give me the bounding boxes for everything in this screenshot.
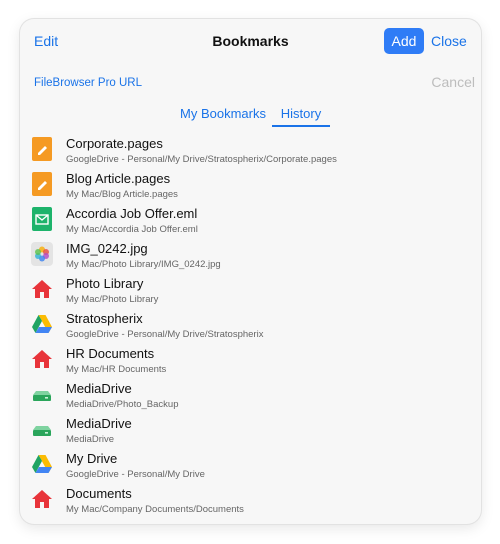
bookmarks-sheet: Edit Bookmarks Add Close FileBrowser Pro… <box>20 19 481 524</box>
item-path: My Mac/Photo Library/IMG_0242.jpg <box>66 259 221 270</box>
item-name: Documents <box>66 486 132 501</box>
house-icon <box>30 486 54 512</box>
item-path: GoogleDrive - Personal/My Drive/Stratosp… <box>66 154 337 165</box>
segmented-tabs: My Bookmarks History <box>20 103 481 129</box>
list-item[interactable]: MediaDrive MediaDrive/Photo_Backup <box>20 380 481 415</box>
list-item[interactable]: Corporate.pages GoogleDrive - Personal/M… <box>20 135 481 170</box>
item-name: MediaDrive <box>66 416 132 431</box>
list-item[interactable]: MediaDrive MediaDrive <box>20 415 481 450</box>
google-drive-icon <box>30 451 54 477</box>
list-item[interactable]: Blog Article.pages My Mac/Blog Article.p… <box>20 170 481 205</box>
list-item[interactable]: Accordia Job Offer.eml My Mac/Accordia J… <box>20 205 481 240</box>
item-path: My Mac/Company Documents/Documents <box>66 504 244 515</box>
url-field-label[interactable]: FileBrowser Pro URL <box>34 77 142 89</box>
pages-icon <box>30 171 54 197</box>
navigation-bar: Edit Bookmarks Add Close <box>20 19 481 63</box>
house-icon <box>30 346 54 372</box>
list-item[interactable]: Photo Library My Mac/Photo Library <box>20 275 481 310</box>
photos-icon <box>30 241 54 267</box>
list-item[interactable]: HR Documents My Mac/HR Documents <box>20 345 481 380</box>
item-path: MediaDrive/Photo_Backup <box>66 399 179 410</box>
house-icon <box>30 276 54 302</box>
item-name: HR Documents <box>66 346 155 361</box>
tab-history[interactable]: History <box>272 106 330 127</box>
list-item[interactable]: IMG_0242.jpg My Mac/Photo Library/IMG_02… <box>20 240 481 275</box>
list-item[interactable]: Stratospherix GoogleDrive - Personal/My … <box>20 310 481 345</box>
list-item[interactable]: My Drive GoogleDrive - Personal/My Drive <box>20 450 481 485</box>
item-path: MediaDrive <box>66 434 115 445</box>
item-path: My Mac/Accordia Job Offer.eml <box>66 224 198 235</box>
tab-my-bookmarks[interactable]: My Bookmarks <box>176 106 270 121</box>
item-name: Stratospherix <box>66 311 143 326</box>
item-path: GoogleDrive - Personal/My Drive/Stratosp… <box>66 329 264 340</box>
close-button[interactable]: Close <box>431 33 467 49</box>
item-name: Corporate.pages <box>66 136 163 151</box>
url-row: FileBrowser Pro URL Cancel <box>20 69 481 97</box>
item-name: Blog Article.pages <box>66 171 171 186</box>
item-path: My Mac/Photo Library <box>66 294 159 305</box>
item-path: My Mac/Blog Article.pages <box>66 189 178 200</box>
google-drive-icon <box>30 311 54 337</box>
history-list: Corporate.pages GoogleDrive - Personal/M… <box>20 135 481 524</box>
item-name: MediaDrive <box>66 381 132 396</box>
item-path: GoogleDrive - Personal/My Drive <box>66 469 205 480</box>
add-button[interactable]: Add <box>384 28 424 54</box>
cancel-button[interactable]: Cancel <box>431 74 475 90</box>
item-name: My Drive <box>66 451 118 466</box>
item-name: IMG_0242.jpg <box>66 241 148 256</box>
hard-drive-icon <box>30 416 54 442</box>
item-name: Accordia Job Offer.eml <box>66 206 198 221</box>
list-item[interactable]: Documents My Mac/Company Documents/Docum… <box>20 485 481 520</box>
hard-drive-icon <box>30 381 54 407</box>
item-path: My Mac/HR Documents <box>66 364 167 375</box>
item-name: Photo Library <box>66 276 144 291</box>
email-icon <box>30 206 54 232</box>
pages-icon <box>30 136 54 162</box>
